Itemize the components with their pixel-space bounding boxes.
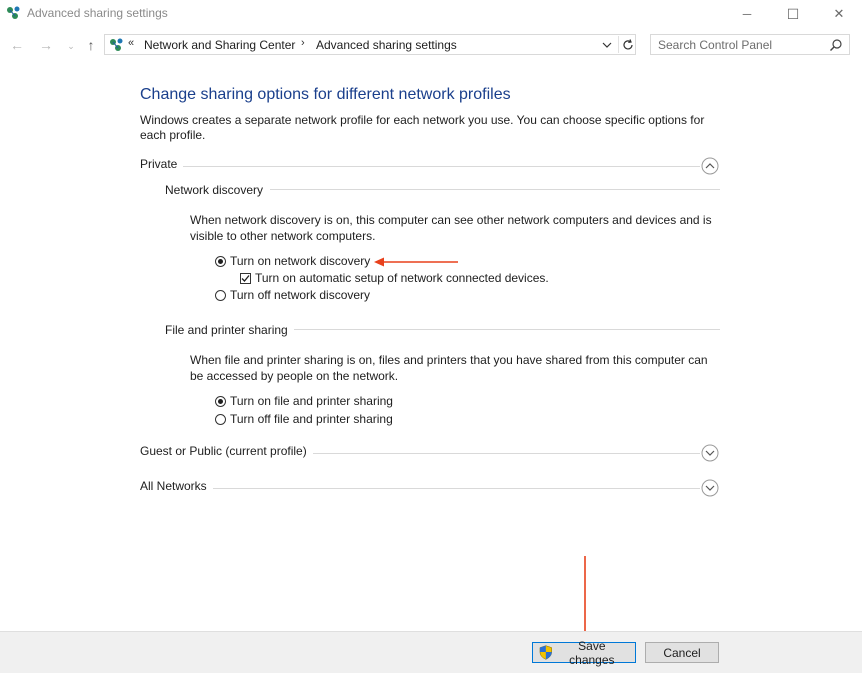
forward-button[interactable]: → [37,36,55,54]
annotation-arrow-left-icon [374,257,458,267]
close-button[interactable]: ✕ [816,0,862,28]
radio-turn-off-network-discovery[interactable]: Turn off network discovery [215,288,370,302]
up-button[interactable]: ↑ [82,36,100,54]
option-label: Turn off file and printer sharing [230,412,393,426]
divider [270,189,720,190]
search-icon[interactable] [829,38,843,52]
breadcrumb-advanced-sharing-settings[interactable]: Advanced sharing settings [316,38,457,52]
network-discovery-description: When network discovery is on, this compu… [190,213,712,243]
radio-button-unselected[interactable] [215,289,226,301]
intro-text: Windows creates a separate network profi… [140,113,705,142]
address-bar[interactable]: « Network and Sharing Center › Advanced … [104,34,636,55]
breadcrumb-network-and-sharing-center[interactable]: Network and Sharing Center [144,38,295,52]
profile-header-all-networks[interactable]: All Networks [140,479,213,493]
radio-turn-off-file-printer-sharing[interactable]: Turn off file and printer sharing [215,412,393,426]
cancel-button[interactable]: Cancel [645,642,719,663]
save-changes-label: Save changes [569,638,615,667]
search-input[interactable]: Search Control Panel [658,38,772,52]
close-icon: ✕ [833,6,845,21]
up-arrow-icon: ↑ [87,37,95,53]
page-title: Change sharing options for different net… [140,86,511,103]
recent-locations-button[interactable]: ⌄ [62,37,80,55]
refresh-icon [622,38,633,49]
network-location-icon [110,38,123,51]
expand-chevron-down-icon[interactable] [701,444,719,462]
profile-header-guest-public[interactable]: Guest or Public (current profile) [140,444,313,458]
section-title-network-discovery: Network discovery [165,183,270,197]
checkmark-icon [241,274,250,282]
radio-button-unselected[interactable] [215,413,226,425]
search-box[interactable]: Search Control Panel [650,34,850,55]
breadcrumb-overflow-icon[interactable]: « [128,37,134,49]
option-label: Turn on network discovery [230,254,371,268]
window-title: Advanced sharing settings [27,6,168,20]
radio-button-selected[interactable] [215,395,226,407]
chevron-down-icon [602,42,612,48]
radio-turn-on-file-printer-sharing[interactable]: Turn on file and printer sharing [215,394,393,408]
collapse-chevron-up-icon[interactable] [701,157,719,175]
address-dropdown-button[interactable] [599,36,615,53]
maximize-icon: ☐ [786,5,800,22]
section-title-file-and-printer-sharing: File and printer sharing [165,323,294,337]
checkbox-automatic-setup[interactable]: Turn on automatic setup of network conne… [240,271,549,285]
minimize-icon: ─ [742,7,752,21]
option-label: Turn off network discovery [230,288,371,302]
network-app-icon [7,6,20,19]
maximize-button[interactable]: ☐ [770,0,816,28]
minimize-button[interactable]: ─ [724,0,770,28]
expand-chevron-down-icon[interactable] [701,479,719,497]
profile-header-private[interactable]: Private [140,157,184,171]
divider [210,488,700,489]
divider [180,166,700,167]
option-label: Turn on automatic setup of network conne… [255,271,549,285]
radio-button-selected[interactable] [215,255,226,267]
cancel-label: Cancel [663,645,701,660]
uac-shield-icon [539,645,552,660]
divider [310,453,700,454]
title-bar: Advanced sharing settings ─ ☐ ✕ [0,0,862,28]
checkbox-checked[interactable] [240,272,251,284]
refresh-button[interactable] [618,36,636,53]
divider [290,329,720,330]
breadcrumb-separator-icon[interactable]: › [301,37,305,49]
back-arrow-icon: ← [10,37,24,53]
chevron-down-icon: ⌄ [67,40,75,51]
save-changes-button[interactable]: Save changes [532,639,636,667]
radio-turn-on-network-discovery[interactable]: Turn on network discovery [215,254,370,268]
forward-arrow-icon: → [39,37,53,53]
back-button[interactable]: ← [8,36,26,54]
footer-bar [0,631,862,673]
file-printer-sharing-description: When file and printer sharing is on, fil… [190,353,708,383]
option-label: Turn on file and printer sharing [230,394,393,408]
